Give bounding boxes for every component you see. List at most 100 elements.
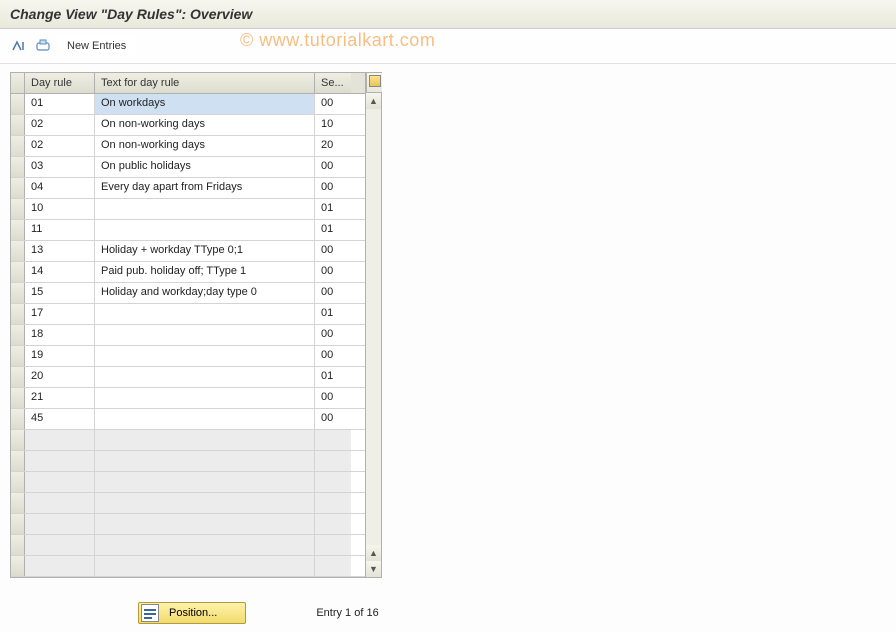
cell-empty[interactable] — [25, 556, 95, 576]
col-header-day-rule[interactable]: Day rule — [25, 73, 95, 93]
cell-text[interactable]: Holiday and workday;day type 0 — [95, 283, 315, 303]
table-row[interactable]: 1900 — [11, 346, 365, 367]
cell-text[interactable]: On workdays — [95, 94, 315, 114]
table-row[interactable]: 2001 — [11, 367, 365, 388]
cell-text[interactable] — [95, 304, 315, 324]
cell-empty[interactable] — [95, 472, 315, 492]
table-row-empty[interactable] — [11, 535, 365, 556]
cell-day-rule[interactable]: 15 — [25, 283, 95, 303]
cell-day-rule[interactable]: 04 — [25, 178, 95, 198]
row-selector[interactable] — [11, 94, 25, 114]
cell-empty[interactable] — [25, 430, 95, 450]
cell-text[interactable]: On non-working days — [95, 115, 315, 135]
table-row[interactable]: 10 01 — [11, 199, 365, 220]
row-selector[interactable] — [11, 493, 25, 513]
cell-empty[interactable] — [25, 451, 95, 471]
table-row[interactable]: 03On public holidays00 — [11, 157, 365, 178]
cell-se[interactable]: 01 — [315, 199, 351, 219]
cell-day-rule[interactable]: 18 — [25, 325, 95, 345]
table-row[interactable]: 11 01 — [11, 220, 365, 241]
cell-day-rule[interactable]: 02 — [25, 115, 95, 135]
cell-day-rule[interactable]: 19 — [25, 346, 95, 366]
table-row-empty[interactable] — [11, 514, 365, 535]
table-row-empty[interactable] — [11, 493, 365, 514]
table-row[interactable]: 21 00 — [11, 388, 365, 409]
cell-text[interactable]: On non-working days — [95, 136, 315, 156]
cell-text[interactable]: Paid pub. holiday off; TType 1 — [95, 262, 315, 282]
cell-empty[interactable] — [315, 451, 351, 471]
row-selector[interactable] — [11, 241, 25, 261]
cell-empty[interactable] — [25, 514, 95, 534]
scroll-end-button[interactable]: ▼ — [366, 561, 381, 577]
table-row[interactable]: 04Every day apart from Fridays00 — [11, 178, 365, 199]
toggle-icon[interactable] — [10, 37, 28, 55]
table-row[interactable]: 13Holiday + workday TType 0;100 — [11, 241, 365, 262]
row-selector[interactable] — [11, 388, 25, 408]
table-row[interactable]: 14Paid pub. holiday off; TType 100 — [11, 262, 365, 283]
cell-day-rule[interactable]: 01 — [25, 94, 95, 114]
cell-se[interactable]: 00 — [315, 241, 351, 261]
cell-text[interactable] — [95, 325, 315, 345]
row-selector[interactable] — [11, 409, 25, 429]
row-selector[interactable] — [11, 262, 25, 282]
cell-empty[interactable] — [315, 535, 351, 555]
cell-day-rule[interactable]: 21 — [25, 388, 95, 408]
cell-empty[interactable] — [25, 472, 95, 492]
expand-collapse-icon[interactable] — [34, 37, 52, 55]
table-row[interactable]: 02On non-working days10 — [11, 115, 365, 136]
cell-se[interactable]: 00 — [315, 157, 351, 177]
cell-day-rule[interactable]: 17 — [25, 304, 95, 324]
row-selector[interactable] — [11, 325, 25, 345]
cell-text[interactable]: Every day apart from Fridays — [95, 178, 315, 198]
cell-day-rule[interactable]: 45 — [25, 409, 95, 429]
row-selector-header[interactable] — [11, 73, 25, 93]
cell-se[interactable]: 00 — [315, 388, 351, 408]
table-row-empty[interactable] — [11, 430, 365, 451]
cell-day-rule[interactable]: 02 — [25, 136, 95, 156]
cell-empty[interactable] — [95, 535, 315, 555]
row-selector[interactable] — [11, 535, 25, 555]
cell-day-rule[interactable]: 20 — [25, 367, 95, 387]
cell-empty[interactable] — [95, 493, 315, 513]
cell-text[interactable]: Holiday + workday TType 0;1 — [95, 241, 315, 261]
table-row[interactable]: 15Holiday and workday;day type 000 — [11, 283, 365, 304]
scroll-down-button[interactable]: ▲ — [366, 545, 381, 561]
new-entries-button[interactable]: New Entries — [58, 37, 135, 55]
cell-empty[interactable] — [95, 514, 315, 534]
cell-se[interactable]: 20 — [315, 136, 351, 156]
cell-se[interactable]: 00 — [315, 94, 351, 114]
col-header-text[interactable]: Text for day rule — [95, 73, 315, 93]
col-header-se[interactable]: Se... — [315, 73, 351, 93]
cell-day-rule[interactable]: 03 — [25, 157, 95, 177]
cell-text[interactable] — [95, 409, 315, 429]
cell-day-rule[interactable]: 10 — [25, 199, 95, 219]
table-settings-icon[interactable] — [366, 73, 382, 93]
table-row[interactable]: 02On non-working days20 — [11, 136, 365, 157]
row-selector[interactable] — [11, 199, 25, 219]
table-row-empty[interactable] — [11, 472, 365, 493]
row-selector[interactable] — [11, 451, 25, 471]
cell-day-rule[interactable]: 13 — [25, 241, 95, 261]
cell-empty[interactable] — [315, 514, 351, 534]
cell-se[interactable]: 01 — [315, 304, 351, 324]
cell-day-rule[interactable]: 14 — [25, 262, 95, 282]
cell-empty[interactable] — [315, 556, 351, 576]
row-selector[interactable] — [11, 220, 25, 240]
cell-se[interactable]: 10 — [315, 115, 351, 135]
table-row[interactable]: 1701 — [11, 304, 365, 325]
row-selector[interactable] — [11, 115, 25, 135]
cell-empty[interactable] — [315, 493, 351, 513]
cell-se[interactable]: 00 — [315, 325, 351, 345]
table-row[interactable]: 01On workdays00 — [11, 94, 365, 115]
row-selector[interactable] — [11, 367, 25, 387]
cell-day-rule[interactable]: 11 — [25, 220, 95, 240]
cell-empty[interactable] — [95, 556, 315, 576]
cell-empty[interactable] — [315, 472, 351, 492]
cell-se[interactable]: 01 — [315, 220, 351, 240]
row-selector[interactable] — [11, 178, 25, 198]
cell-text[interactable] — [95, 346, 315, 366]
scrollbar[interactable]: ▲ ▲ ▼ — [365, 73, 381, 577]
row-selector[interactable] — [11, 346, 25, 366]
cell-empty[interactable] — [25, 493, 95, 513]
cell-empty[interactable] — [25, 535, 95, 555]
